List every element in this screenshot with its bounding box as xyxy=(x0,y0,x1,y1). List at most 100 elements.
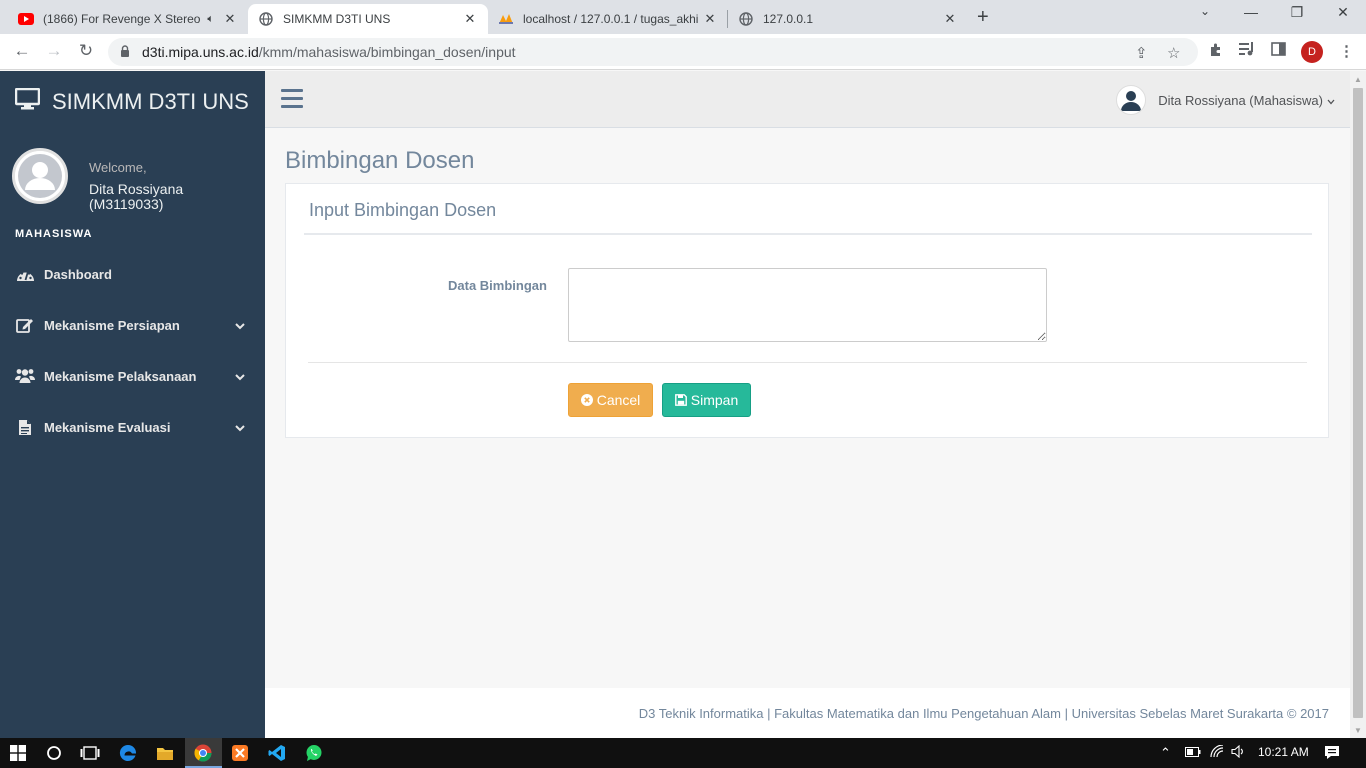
vscode-icon[interactable] xyxy=(267,743,287,763)
menu-toggle-icon[interactable] xyxy=(281,89,303,113)
scroll-up-icon[interactable]: ▲ xyxy=(1354,75,1362,84)
input-panel: Input Bimbingan Dosen Data Bimbingan Can… xyxy=(285,183,1329,438)
browser-toolbar: ← → ↻ d3ti.mipa.uns.ac.id/kmm/mahasiswa/… xyxy=(0,34,1366,70)
tab-title: localhost / 127.0.0.1 / tugas_akhi xyxy=(523,12,699,26)
browser-tab-strip: (1866) For Revenge X Stereo 🔈︎ ✕ SIMKMM … xyxy=(0,0,1366,34)
url-host: d3ti.mipa.uns.ac.id xyxy=(142,44,259,60)
globe-icon xyxy=(738,11,754,27)
forward-icon[interactable]: → xyxy=(44,41,64,61)
whatsapp-icon[interactable] xyxy=(304,743,324,763)
scrollbar-thumb[interactable] xyxy=(1353,88,1363,718)
side-panel-icon[interactable] xyxy=(1271,42,1286,60)
page-scrollbar[interactable]: ▲ ▼ xyxy=(1350,71,1366,738)
chevron-down-icon xyxy=(235,318,245,333)
globe-icon xyxy=(258,11,274,27)
footer-text: D3 Teknik Informatika | Fakultas Matemat… xyxy=(638,706,1329,721)
close-tab-icon[interactable]: ✕ xyxy=(462,11,478,27)
sidebar-item-dashboard[interactable]: Dashboard xyxy=(0,254,265,294)
desktop-icon xyxy=(14,87,41,116)
share-icon[interactable]: ⇪ xyxy=(1135,44,1148,62)
back-icon[interactable]: ← xyxy=(12,41,32,61)
save-button[interactable]: Simpan xyxy=(662,383,751,417)
url-text: d3ti.mipa.uns.ac.id/kmm/mahasiswa/bimbin… xyxy=(142,44,516,60)
user-avatar-small xyxy=(1116,85,1147,115)
sidebar-item-mekanisme-pelaksanaan[interactable]: Mekanisme Pelaksanaan xyxy=(0,356,265,396)
tab-title: 127.0.0.1 xyxy=(763,12,814,26)
tab-search-icon[interactable]: ⌄ xyxy=(1195,4,1215,18)
panel-title: Input Bimbingan Dosen xyxy=(309,200,497,220)
phpmyadmin-icon xyxy=(498,11,514,27)
notification-icon[interactable] xyxy=(1324,745,1340,763)
new-tab-button[interactable]: + xyxy=(977,6,989,29)
close-tab-icon[interactable]: ✕ xyxy=(942,11,958,27)
browser-tab-phpmyadmin[interactable]: localhost / 127.0.0.1 / tugas_akhi ✕ xyxy=(488,4,728,34)
browser-tab-youtube[interactable]: (1866) For Revenge X Stereo 🔈︎ ✕ xyxy=(8,4,248,34)
xampp-icon[interactable] xyxy=(230,743,250,763)
user-avatar xyxy=(12,148,68,204)
restore-icon[interactable]: ❐ xyxy=(1287,4,1307,21)
sidebar-item-mekanisme-persiapan[interactable]: Mekanisme Persiapan xyxy=(0,305,265,345)
taskbar-clock[interactable]: 10:21 AM xyxy=(1258,745,1309,759)
floppy-disk-icon xyxy=(674,394,687,406)
footer: D3 Teknik Informatika | Fakultas Matemat… xyxy=(265,688,1350,738)
tab-title: (1866) For Revenge X Stereo xyxy=(43,12,201,26)
document-icon xyxy=(15,419,35,436)
browser-menu-icon[interactable]: ⋮ xyxy=(1339,42,1354,60)
url-path: /kmm/mahasiswa/bimbingan_dosen/input xyxy=(258,44,516,60)
file-explorer-icon[interactable] xyxy=(155,743,175,763)
profile-avatar[interactable]: D xyxy=(1301,41,1323,63)
tab-title: SIMKMM D3TI UNS xyxy=(283,12,391,26)
user-nav-label: Dita Rossiyana (Mahasiswa) xyxy=(1158,92,1323,108)
windows-taskbar: ⌃ 10:21 AM xyxy=(0,738,1366,768)
data-bimbingan-textarea[interactable] xyxy=(568,268,1047,342)
browser-tab-simkmm[interactable]: SIMKMM D3TI UNS ✕ xyxy=(248,4,488,34)
save-button-label: Simpan xyxy=(690,392,739,408)
windows-start-icon[interactable] xyxy=(8,743,28,763)
close-window-icon[interactable]: ✕ xyxy=(1333,4,1353,21)
chrome-icon[interactable] xyxy=(193,743,213,763)
form-divider xyxy=(308,362,1307,363)
dashboard-icon xyxy=(15,267,35,282)
battery-icon[interactable] xyxy=(1185,745,1201,760)
cancel-button[interactable]: Cancel xyxy=(568,383,653,417)
data-bimbingan-label: Data Bimbingan xyxy=(448,278,547,293)
scroll-down-icon[interactable]: ▼ xyxy=(1354,726,1362,735)
edge-icon[interactable] xyxy=(118,743,138,763)
panel-divider xyxy=(304,233,1312,235)
search-icon[interactable] xyxy=(44,743,64,763)
chevron-down-icon xyxy=(235,420,245,435)
top-nav: Dita Rossiyana (Mahasiswa) xyxy=(265,71,1350,128)
lock-icon[interactable] xyxy=(120,45,130,63)
reload-icon[interactable]: ↻ xyxy=(76,41,96,61)
sidebar-item-label: Mekanisme Pelaksanaan xyxy=(44,368,197,384)
volume-icon[interactable] xyxy=(1231,744,1246,761)
user-name: Dita Rossiyana (M3119033) xyxy=(89,181,184,212)
menu-section-title: MAHASISWA xyxy=(15,228,93,240)
close-tab-icon[interactable]: ✕ xyxy=(702,11,718,27)
users-icon xyxy=(15,368,35,384)
sidebar: SIMKMM D3TI UNS Welcome, Dita Rossiyana … xyxy=(0,71,265,738)
edit-icon xyxy=(15,317,35,333)
sidebar-item-label: Mekanisme Persiapan xyxy=(44,317,180,333)
media-control-icon[interactable] xyxy=(1239,42,1255,60)
chevron-down-icon xyxy=(235,369,245,384)
bookmark-star-icon[interactable]: ☆ xyxy=(1167,44,1180,62)
task-view-icon[interactable] xyxy=(80,743,100,763)
page-title: Bimbingan Dosen xyxy=(285,147,475,174)
brand[interactable]: SIMKMM D3TI UNS xyxy=(14,87,249,116)
extensions-icon[interactable] xyxy=(1208,42,1224,62)
youtube-icon xyxy=(18,11,34,27)
user-dropdown[interactable]: Dita Rossiyana (Mahasiswa) xyxy=(1116,85,1335,115)
speaker-icon[interactable]: 🔈︎ xyxy=(207,13,214,26)
times-circle-icon xyxy=(580,394,593,406)
brand-title: SIMKMM D3TI UNS xyxy=(52,89,249,114)
wifi-icon[interactable] xyxy=(1210,744,1226,761)
close-tab-icon[interactable]: ✕ xyxy=(222,11,238,27)
sidebar-item-mekanisme-evaluasi[interactable]: Mekanisme Evaluasi xyxy=(0,407,265,447)
cancel-button-label: Cancel xyxy=(596,392,641,408)
address-bar[interactable]: d3ti.mipa.uns.ac.id/kmm/mahasiswa/bimbin… xyxy=(108,38,1198,66)
welcome-text: Welcome, xyxy=(89,160,147,175)
show-hidden-icons[interactable]: ⌃ xyxy=(1160,745,1171,761)
browser-tab-localhost[interactable]: 127.0.0.1 ✕ xyxy=(728,4,968,34)
minimize-icon[interactable]: — xyxy=(1241,4,1261,20)
